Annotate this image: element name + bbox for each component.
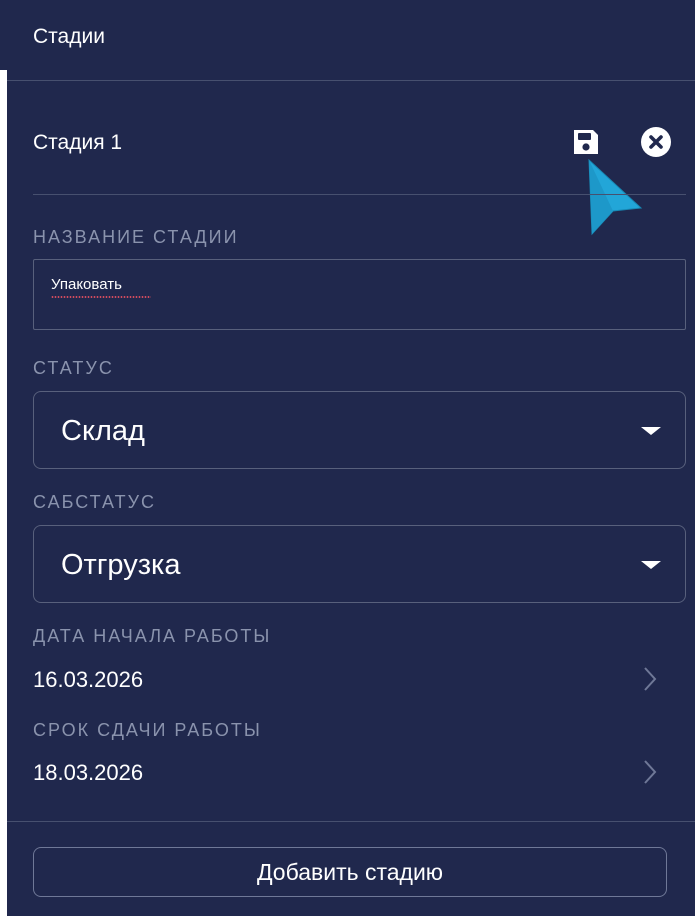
panel-title: Стадии xyxy=(33,25,105,48)
due-date-value: 18.03.2026 xyxy=(33,760,144,785)
chevron-right-icon xyxy=(644,760,657,784)
due-date-label: СРОК СДАЧИ РАБОТЫ xyxy=(33,720,262,740)
save-icon xyxy=(574,130,598,154)
start-date-value: 16.03.2026 xyxy=(33,667,144,692)
stage-title: Стадия 1 xyxy=(33,131,123,154)
start-date-label: ДАТА НАЧАЛА РАБОТЫ xyxy=(33,626,272,646)
close-circle-icon xyxy=(641,127,671,157)
stages-panel: Стадии Стадия 1 НАЗВАНИЕ СТАДИИ Упаковат… xyxy=(0,0,695,916)
caret-down-icon xyxy=(641,427,661,435)
chevron-right-icon xyxy=(644,667,657,691)
due-date-row[interactable]: 18.03.2026 xyxy=(33,755,663,791)
caret-down-icon xyxy=(641,561,661,569)
start-date-row[interactable]: 16.03.2026 xyxy=(33,662,663,698)
footer-divider xyxy=(7,821,695,822)
substatus-label: САБСТАТУС xyxy=(33,492,157,512)
close-button[interactable] xyxy=(640,126,672,158)
status-select[interactable]: Склад xyxy=(33,391,686,469)
spellcheck-underline xyxy=(51,296,151,298)
status-label: СТАТУС xyxy=(33,358,114,378)
header-divider xyxy=(7,80,695,81)
stage-name-label: НАЗВАНИЕ СТАДИИ xyxy=(33,227,239,247)
stage-divider xyxy=(33,194,686,195)
panel-left-edge xyxy=(0,70,7,916)
stage-name-value: Упаковать xyxy=(51,276,122,293)
stage-name-field[interactable]: Упаковать xyxy=(33,259,686,330)
substatus-select[interactable]: Отгрузка xyxy=(33,525,686,603)
substatus-value: Отгрузка xyxy=(61,549,181,581)
pointer-cursor-icon xyxy=(588,158,643,236)
status-value: Склад xyxy=(61,415,145,447)
save-button[interactable] xyxy=(571,127,601,157)
add-stage-button[interactable]: Добавить стадию xyxy=(33,847,667,897)
